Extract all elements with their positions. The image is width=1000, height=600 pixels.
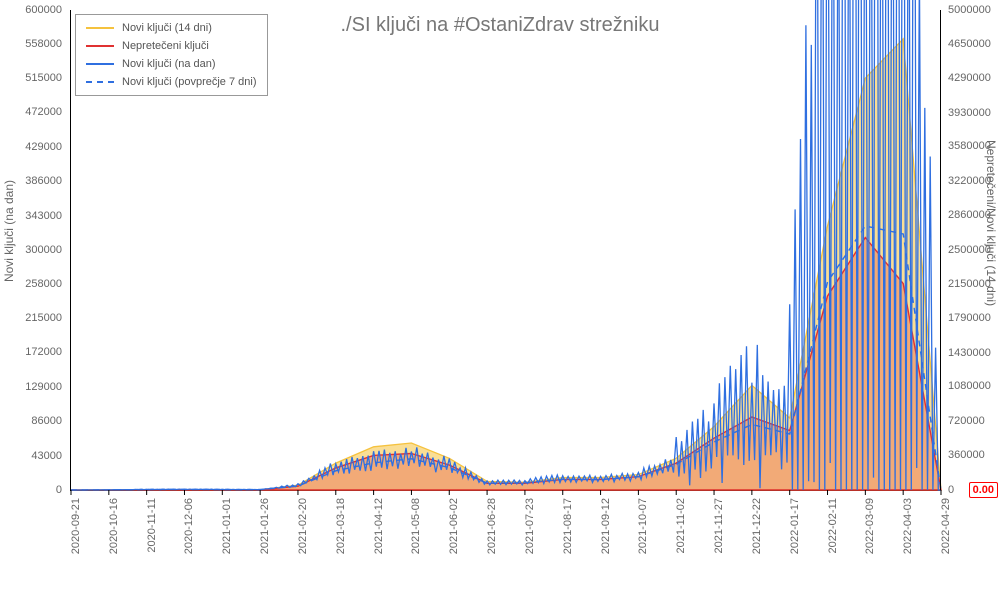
legend-item: Nepretečeni ključi — [76, 37, 267, 55]
y-left-tick-label: 600000 — [0, 4, 66, 16]
x-axis: 2020-09-21 2020-10-16 2020-11-11 2020-12-06… — [70, 490, 940, 600]
value-badge: 0.00 — [969, 482, 998, 498]
legend-label: Novi ključi (14 dni) — [122, 22, 212, 34]
y-right-tick-label: 2150000 — [944, 278, 1000, 290]
legend-swatch-icon — [86, 27, 114, 29]
x-tick-label: 2021-09-12 — [600, 498, 612, 554]
legend-item: Novi ključi (14 dni) — [76, 19, 267, 37]
x-tick-label: 2021-05-08 — [410, 498, 422, 554]
x-tick-label: 2022-04-03 — [902, 498, 914, 554]
y-left-axis: 0430008600012900017200021500025800030000… — [0, 10, 66, 490]
x-tick-label: 2022-02-11 — [827, 498, 839, 553]
y-right-tick-label: 3220000 — [944, 175, 1000, 187]
y-left-tick-label: 558000 — [0, 38, 66, 50]
x-tick-label: 2021-11-27 — [713, 498, 725, 553]
y-right-tick-label: 720000 — [944, 415, 1000, 427]
y-left-tick-label: 429000 — [0, 141, 66, 153]
y-left-tick-label: 172000 — [0, 346, 66, 358]
x-tick-label: 2022-03-09 — [864, 498, 876, 554]
x-tick-label: 2022-04-29 — [940, 498, 952, 554]
y-left-tick-label: 472000 — [0, 106, 66, 118]
x-tick-label: 2021-08-17 — [562, 498, 574, 554]
x-tick-label: 2020-11-11 — [146, 498, 158, 553]
y-right-tick-label: 2500000 — [944, 244, 1000, 256]
y-right-tick-label: 4650000 — [944, 38, 1000, 50]
x-tick-label: 2021-01-26 — [259, 498, 271, 554]
y-right-tick-label: 360000 — [944, 449, 1000, 461]
y-left-tick-label: 343000 — [0, 210, 66, 222]
x-tick-label: 2021-06-28 — [486, 498, 498, 554]
x-tick-label: 2020-10-16 — [108, 498, 120, 554]
x-tick-label: 2020-09-21 — [70, 498, 82, 554]
y-left-tick-label: 86000 — [0, 415, 66, 427]
y-left-tick-label: 43000 — [0, 450, 66, 462]
x-tick-label: 2020-12-06 — [183, 498, 195, 554]
x-tick-label: 2021-07-23 — [524, 498, 536, 554]
legend-item: Novi ključi (na dan) — [76, 55, 267, 73]
x-tick-label: 2021-12-22 — [751, 498, 763, 554]
y-right-tick-label: 1790000 — [944, 312, 1000, 324]
y-left-tick-label: 129000 — [0, 381, 66, 393]
y-right-tick-label: 3930000 — [944, 107, 1000, 119]
x-tick-label: 2021-11-02 — [675, 498, 687, 553]
legend-label: Nepretečeni ključi — [122, 40, 209, 52]
y-left-tick-label: 215000 — [0, 312, 66, 324]
x-tick-label: 2021-02-20 — [297, 498, 309, 554]
y-right-axis: 0360000720000108000014300001790000215000… — [944, 10, 1000, 490]
x-tick-label: 2021-03-18 — [335, 498, 347, 554]
x-tick-label: 2021-06-02 — [448, 498, 460, 554]
y-left-tick-label: 515000 — [0, 72, 66, 84]
y-right-tick-label: 1080000 — [944, 380, 1000, 392]
y-right-tick-label: 4290000 — [944, 72, 1000, 84]
chart-container: ./SI ključi na #OstaniZdrav strežniku No… — [0, 0, 1000, 600]
legend-label: Novi ključi (na dan) — [122, 58, 216, 70]
legend-item: Novi ključi (povprečje 7 dni) — [76, 73, 267, 91]
y-left-tick-label: 386000 — [0, 175, 66, 187]
x-tick-label: 2021-10-07 — [637, 498, 649, 554]
y-right-tick-label: 5000000 — [944, 4, 1000, 16]
y-right-tick-label: 2860000 — [944, 209, 1000, 221]
y-right-tick-label: 3580000 — [944, 140, 1000, 152]
y-left-tick-label: 258000 — [0, 278, 66, 290]
x-tick-label: 2021-01-01 — [221, 498, 233, 554]
y-left-tick-label: 300000 — [0, 244, 66, 256]
legend-swatch-icon — [86, 63, 114, 65]
y-right-tick-label: 1430000 — [944, 347, 1000, 359]
x-tick-label: 2022-01-17 — [789, 498, 801, 554]
y-left-tick-label: 0 — [0, 484, 66, 496]
legend-swatch-icon — [86, 81, 114, 83]
legend-swatch-icon — [86, 45, 114, 47]
legend: Novi ključi (14 dni) Nepretečeni ključi … — [75, 14, 268, 96]
legend-label: Novi ključi (povprečje 7 dni) — [122, 76, 257, 88]
x-tick-label: 2021-04-12 — [373, 498, 385, 554]
